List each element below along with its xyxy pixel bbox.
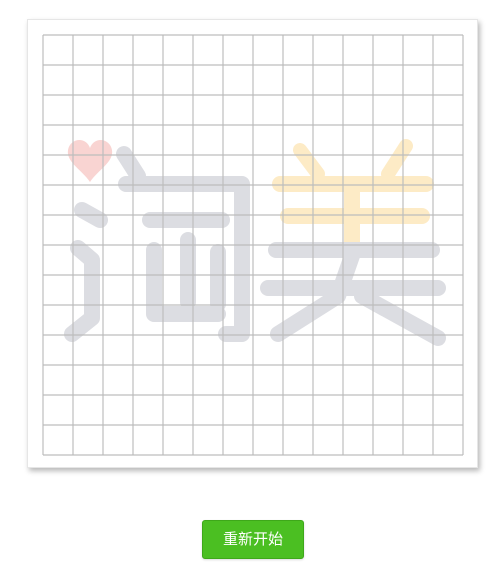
game-board[interactable] bbox=[42, 34, 464, 456]
board-canvas[interactable] bbox=[42, 34, 464, 456]
restart-button[interactable]: 重新开始 bbox=[202, 520, 304, 559]
watermark-char-mei bbox=[260, 139, 446, 346]
game-page: 重新开始 bbox=[0, 0, 500, 569]
heart-icon bbox=[67, 139, 113, 182]
board-grid bbox=[42, 34, 464, 456]
watermark-char-tao bbox=[64, 146, 250, 342]
